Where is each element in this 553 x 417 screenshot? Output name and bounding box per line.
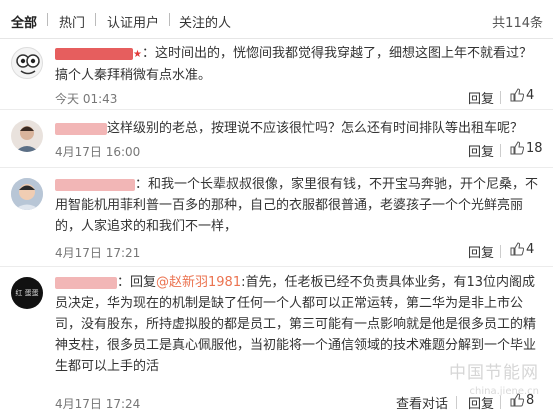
username-redacted[interactable] — [55, 276, 117, 289]
comment-item: 这样级别的老总，按理说不应该很忙吗？怎么还有时间排队等出租车呢？ 4月17日 1… — [0, 110, 553, 168]
reply-button[interactable]: 回复 — [468, 242, 494, 261]
avatar[interactable] — [11, 47, 43, 79]
star-icon: ★ — [133, 49, 142, 60]
like-button[interactable]: 4 — [510, 88, 534, 103]
tab-hot[interactable]: 热门 — [59, 12, 85, 31]
comment-body: ★：这时间出的，恍惚间我都觉得我穿越了，细想这图上年不就看过？搞个人秦拜稍微有点… — [55, 43, 541, 86]
comment-total-count: 共114条 — [492, 16, 543, 31]
comment-reply-prefix: ：回复 — [117, 275, 157, 290]
site-watermark-url: china.jiene.cn — [469, 386, 539, 397]
avatar[interactable] — [11, 120, 43, 152]
divider — [456, 396, 457, 409]
username-redacted[interactable] — [55, 47, 133, 60]
reply-button[interactable]: 回复 — [468, 141, 494, 160]
divider — [500, 144, 501, 157]
comment-body: ：和我一个长辈叔叔很像，家里很有钱，不开宝马奔驰，开个尼桑，不用智能机用菲利普一… — [55, 174, 541, 237]
comment-time: 4月17日 17:24 — [55, 397, 141, 411]
divider — [500, 396, 501, 409]
person-avatar-icon — [15, 126, 39, 152]
comment-body: 这样级别的老总，按理说不应该很忙吗？怎么还有时间排队等出租车呢？ — [55, 118, 541, 139]
tab-verified[interactable]: 认证用户 — [107, 12, 159, 31]
thumbs-up-icon — [510, 88, 525, 102]
comment-filter-bar: 全部 热门 认证用户 关注的人 共114条 — [0, 0, 553, 39]
comment-time: 今天 01:43 — [55, 92, 118, 106]
tab-divider — [169, 13, 170, 26]
mention-link[interactable]: @赵新羽1981 — [156, 275, 241, 290]
site-watermark: 中国节能网 — [449, 363, 539, 383]
cartoon-avatar-icon — [16, 54, 40, 75]
like-button[interactable]: 18 — [510, 141, 543, 156]
divider — [500, 245, 501, 258]
username-redacted[interactable] — [55, 178, 135, 191]
tab-following[interactable]: 关注的人 — [179, 12, 231, 31]
comment-item: ：和我一个长辈叔叔很像，家里很有钱，不开宝马奔驰，开个尼桑，不用智能机用菲利普一… — [0, 168, 553, 267]
like-count: 18 — [526, 141, 543, 156]
avatar[interactable]: 红 蛋蛋 — [11, 277, 43, 309]
comment-item: ★：这时间出的，恍惚间我都觉得我穿越了，细想这图上年不就看过？搞个人秦拜稍微有点… — [0, 39, 553, 110]
comment-text: 这样级别的老总，按理说不应该很忙吗？怎么还有时间排队等出租车呢？ — [107, 121, 524, 136]
tab-all[interactable]: 全部 — [11, 12, 37, 31]
tab-divider — [95, 13, 96, 26]
avatar[interactable] — [11, 178, 43, 210]
thumbs-up-icon — [510, 141, 525, 155]
tab-divider — [47, 13, 48, 26]
comment-time: 4月17日 16:00 — [55, 145, 141, 159]
like-button[interactable]: 4 — [510, 242, 534, 257]
view-conversation-button[interactable]: 查看对话 — [396, 393, 448, 412]
like-count: 4 — [526, 88, 535, 103]
like-count: 4 — [526, 242, 535, 257]
reply-button[interactable]: 回复 — [468, 88, 494, 107]
thumbs-up-icon — [510, 242, 525, 256]
divider — [500, 91, 501, 104]
comment-time: 4月17日 17:21 — [55, 246, 141, 260]
avatar-label: 红 蛋蛋 — [15, 289, 39, 297]
username-redacted[interactable] — [55, 122, 107, 135]
child-photo-avatar-icon — [11, 178, 43, 210]
